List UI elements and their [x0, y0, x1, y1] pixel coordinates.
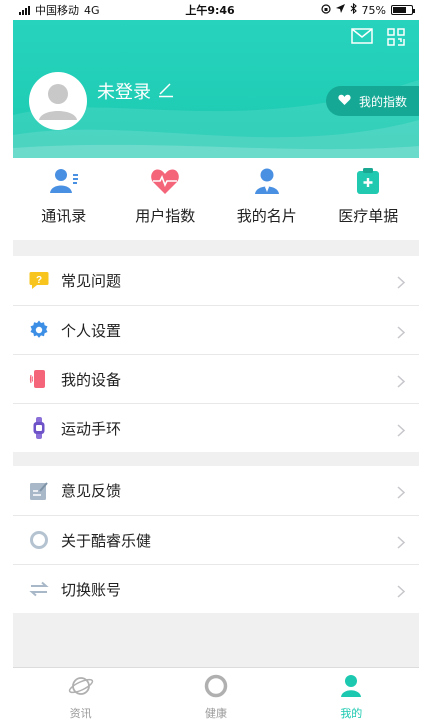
signal-icon: [19, 5, 30, 15]
menu-item-label: 常见问题: [61, 272, 122, 290]
menu-item-settings[interactable]: 个人设置: [13, 305, 419, 354]
location-icon: [335, 3, 345, 17]
bottom-tab-bar: 资讯 健康 我的: [13, 667, 419, 720]
edit-icon: [157, 80, 175, 103]
qr-code-icon[interactable]: [387, 28, 405, 50]
lock-rotation-icon: [320, 3, 331, 17]
avatar[interactable]: [29, 72, 87, 130]
carrier-label: 中国移动: [35, 4, 79, 17]
user-card-icon: [252, 166, 282, 196]
network-label: 4G: [84, 3, 100, 17]
menu-item-faq[interactable]: ? 常见问题: [13, 256, 419, 305]
contacts-icon: [49, 166, 79, 196]
menu-item-label: 我的设备: [61, 370, 122, 389]
menu-item-label: 切换账号: [61, 580, 122, 599]
chevron-right-icon: [397, 373, 406, 392]
menu-group-primary: ? 常见问题 个人设置 我的设备 运动手环: [13, 256, 419, 452]
faq-icon: ?: [29, 271, 49, 291]
clock-label: 上午9:46: [185, 4, 235, 17]
status-bar: 中国移动 4G 上午9:46 75%: [13, 0, 419, 20]
menu-item-feedback[interactable]: 意见反馈: [13, 466, 419, 515]
tab-label: 资讯: [69, 707, 92, 720]
login-text: 未登录: [97, 82, 151, 103]
quick-action-label: 我的名片: [236, 207, 297, 225]
my-index-button[interactable]: 我的指数: [325, 86, 419, 116]
medical-record-icon: [353, 166, 383, 196]
menu-item-label: 关于酷睿乐健: [61, 531, 152, 550]
planet-icon: [68, 674, 94, 702]
quick-action-label: 通讯录: [41, 207, 87, 225]
battery-icon: [390, 5, 415, 15]
tab-label: 我的: [340, 707, 363, 720]
gear-icon: [29, 320, 49, 340]
tab-health[interactable]: 健康: [148, 668, 283, 720]
quick-action-label: 用户指数: [135, 207, 196, 225]
bluetooth-icon: [350, 2, 357, 17]
switch-icon: [29, 579, 49, 599]
menu-item-about[interactable]: 关于酷睿乐健: [13, 515, 419, 564]
wristband-icon: [29, 417, 49, 439]
ring-icon: [29, 530, 49, 550]
login-prompt[interactable]: 未登录: [97, 78, 175, 104]
quick-action-medical-records[interactable]: 医疗单据: [318, 158, 420, 240]
chevron-right-icon: [397, 534, 406, 553]
tab-label: 健康: [204, 707, 227, 720]
person-icon: [340, 674, 362, 702]
quick-action-business-card[interactable]: 我的名片: [216, 158, 318, 240]
chevron-right-icon: [397, 274, 406, 293]
battery-percent: 75%: [361, 3, 386, 17]
quick-action-label: 医疗单据: [338, 207, 399, 225]
svg-text:?: ?: [36, 275, 42, 286]
tab-news[interactable]: 资讯: [13, 668, 148, 720]
menu-item-wristband[interactable]: 运动手环: [13, 403, 419, 452]
feedback-icon: [29, 481, 49, 501]
mail-icon[interactable]: [351, 28, 373, 50]
tab-mine[interactable]: 我的: [284, 668, 419, 720]
menu-item-my-devices[interactable]: 我的设备: [13, 354, 419, 403]
chevron-right-icon: [397, 324, 406, 343]
menu-item-label: 意见反馈: [61, 482, 122, 500]
heart-icon: [338, 94, 351, 109]
quick-action-user-index[interactable]: 用户指数: [115, 158, 217, 240]
profile-header: 未登录 我的指数: [13, 20, 419, 158]
app-screen: 中国移动 4G 上午9:46 75% 未登录 我的指数 通讯录 用户指数 我的名…: [13, 0, 419, 720]
phone-device-icon: [29, 369, 49, 389]
quick-actions: 通讯录 用户指数 我的名片 医疗单据: [13, 158, 419, 240]
menu-group-secondary: 意见反馈 关于酷睿乐健 切换账号: [13, 466, 419, 613]
heart-pulse-icon: [150, 166, 180, 196]
menu-item-label: 运动手环: [61, 419, 122, 438]
ring-icon: [204, 674, 228, 702]
menu-item-switch-account[interactable]: 切换账号: [13, 564, 419, 613]
chevron-right-icon: [397, 583, 406, 602]
quick-action-contacts[interactable]: 通讯录: [13, 158, 115, 240]
menu-item-label: 个人设置: [61, 321, 122, 340]
my-index-label: 我的指数: [358, 94, 407, 109]
chevron-right-icon: [397, 484, 406, 503]
chevron-right-icon: [397, 422, 406, 441]
